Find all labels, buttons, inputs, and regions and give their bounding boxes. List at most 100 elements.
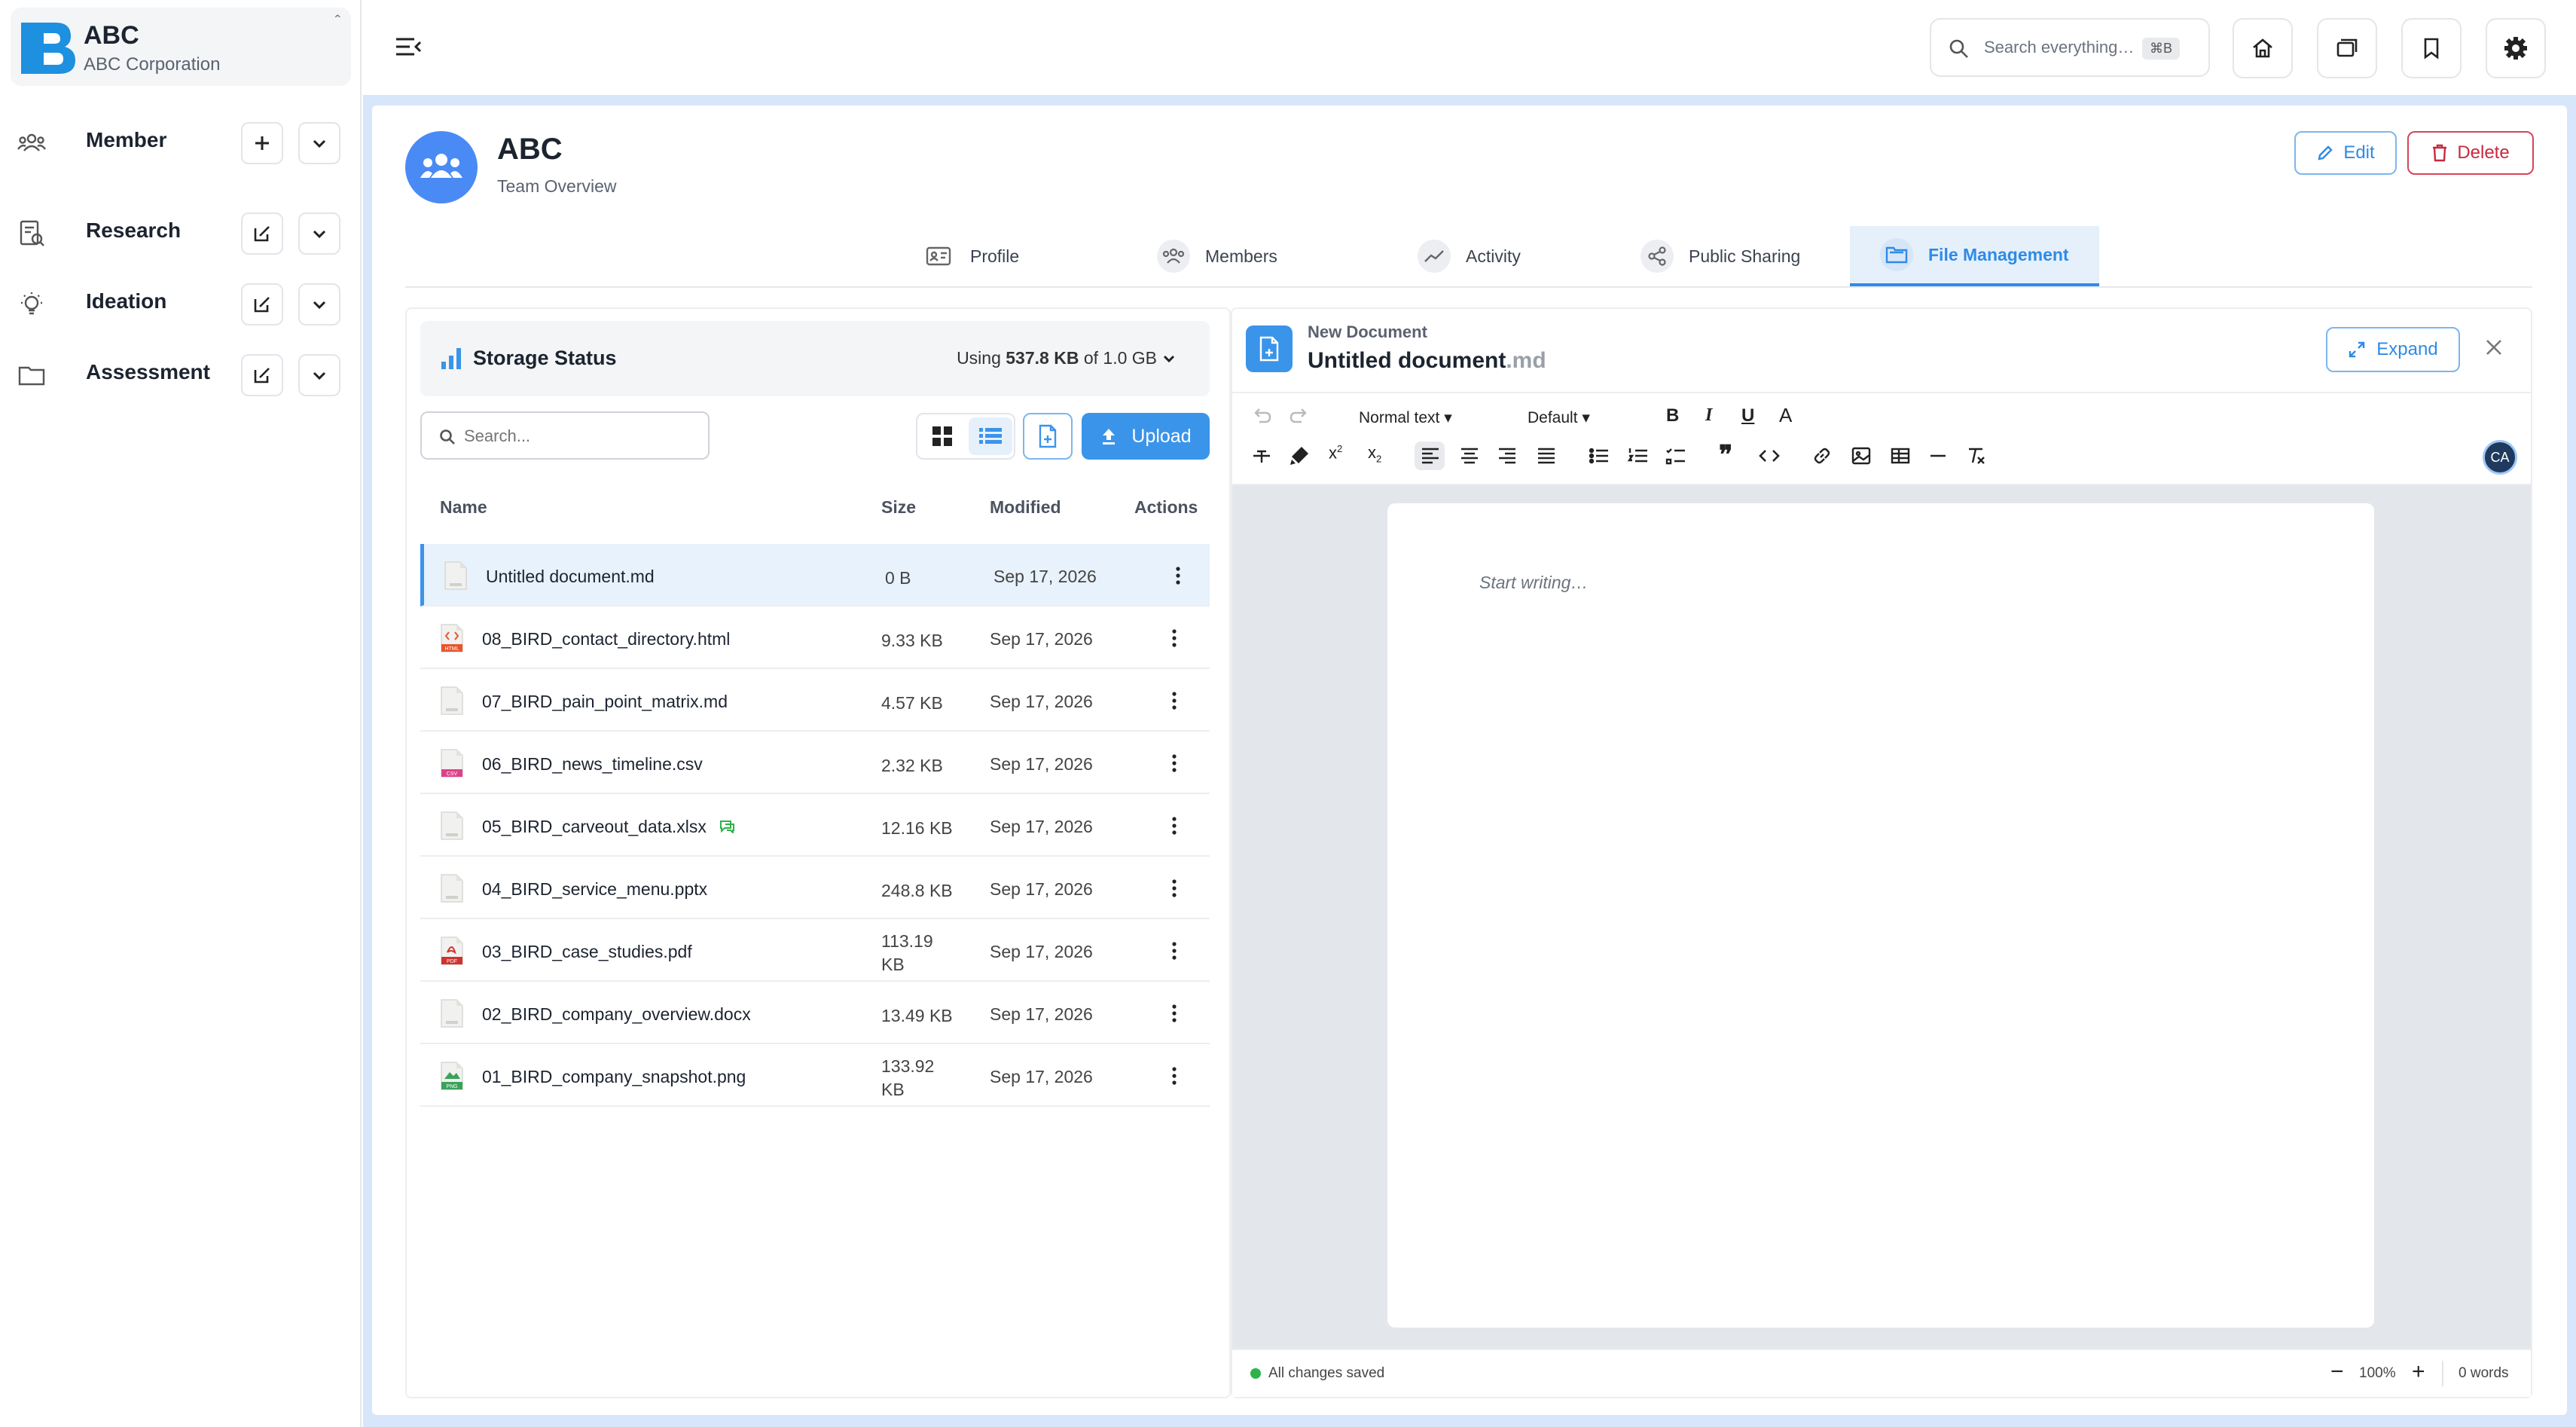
chevron-down-icon bbox=[313, 301, 326, 310]
file-plus-icon bbox=[1039, 424, 1057, 448]
zoom-out-button[interactable]: − bbox=[2330, 1359, 2344, 1385]
more-actions-icon[interactable] bbox=[1163, 687, 1186, 714]
blockquote-button[interactable]: ❞ bbox=[1719, 440, 1732, 470]
file-search-input[interactable] bbox=[464, 423, 690, 449]
list-view-button[interactable] bbox=[969, 417, 1012, 455]
bookmark-button[interactable] bbox=[2401, 18, 2462, 78]
tab-activity[interactable]: Activity bbox=[1418, 226, 1521, 286]
file-row[interactable]: HTML 08_BIRD_contact_directory.html 9.33 K… bbox=[420, 607, 1210, 669]
superscript-button[interactable]: x2 bbox=[1329, 443, 1342, 463]
bold-button[interactable]: B bbox=[1666, 405, 1679, 426]
document-title[interactable]: Untitled document.md bbox=[1308, 348, 1546, 374]
storage-status[interactable]: Storage Status Using 537.8 KB of 1.0 GB bbox=[420, 321, 1210, 396]
align-right-icon[interactable] bbox=[1496, 445, 1518, 467]
highlighter-icon[interactable] bbox=[1288, 445, 1311, 467]
numbered-list-icon[interactable] bbox=[1627, 445, 1650, 467]
file-name: 01_BIRD_company_snapshot.png bbox=[482, 1067, 746, 1086]
table-icon[interactable] bbox=[1889, 445, 1912, 467]
tab-public-sharing[interactable]: Public Sharing bbox=[1641, 226, 1800, 286]
upload-button[interactable]: Upload bbox=[1082, 413, 1210, 460]
tab-profile[interactable]: Profile bbox=[922, 226, 1019, 286]
edit-button[interactable]: Edit bbox=[2294, 131, 2397, 175]
clear-format-icon[interactable] bbox=[1964, 445, 1987, 467]
file-row[interactable]: CSV 06_BIRD_news_timeline.csv 2.32 KB Sep 1… bbox=[420, 732, 1210, 794]
file-row[interactable]: 04_BIRD_service_menu.pptx 248.8 KB Sep 17,… bbox=[420, 857, 1210, 919]
sidebar-item-research[interactable]: Research bbox=[0, 203, 362, 264]
font-select[interactable]: Default ▾ bbox=[1528, 408, 1590, 427]
edit-ideation-button[interactable] bbox=[241, 283, 283, 325]
gear-icon bbox=[2504, 37, 2527, 60]
collapse-caret-icon[interactable]: ˆ bbox=[335, 12, 340, 32]
align-justify-icon[interactable] bbox=[1535, 445, 1558, 467]
subscript-button[interactable]: x2 bbox=[1368, 443, 1381, 464]
redo-icon[interactable] bbox=[1288, 405, 1311, 428]
menu-collapse-icon[interactable] bbox=[393, 32, 423, 62]
file-row[interactable]: PDF 03_BIRD_case_studies.pdf 113.19 KB Sep … bbox=[420, 919, 1210, 982]
sidebar-item-assessment[interactable]: Assessment bbox=[0, 345, 362, 405]
more-actions-icon[interactable] bbox=[1163, 937, 1186, 964]
document-page[interactable]: Start writing… bbox=[1387, 503, 2374, 1328]
edit-research-button[interactable] bbox=[241, 212, 283, 255]
edit-assessment-button[interactable] bbox=[241, 354, 283, 396]
grid-view-button[interactable] bbox=[920, 417, 964, 455]
more-actions-icon[interactable] bbox=[1167, 562, 1189, 589]
plus-icon bbox=[255, 136, 269, 150]
expand-assessment-button[interactable] bbox=[298, 354, 340, 396]
text-color-button[interactable]: A bbox=[1779, 404, 1792, 427]
more-actions-icon[interactable] bbox=[1163, 625, 1186, 652]
windows-button[interactable] bbox=[2317, 18, 2377, 78]
bullet-list-icon[interactable] bbox=[1588, 445, 1610, 467]
checklist-icon[interactable] bbox=[1665, 445, 1687, 467]
italic-button[interactable]: I bbox=[1705, 405, 1712, 426]
align-left-icon[interactable] bbox=[1419, 445, 1442, 467]
code-icon[interactable] bbox=[1758, 445, 1781, 467]
tab-members[interactable]: Members bbox=[1157, 226, 1277, 286]
file-row[interactable]: 05_BIRD_carveout_data.xlsx 12.16 KB Sep 17… bbox=[420, 794, 1210, 857]
strikethrough-icon[interactable] bbox=[1250, 445, 1273, 467]
link-icon[interactable] bbox=[1811, 445, 1833, 467]
tab-label: Public Sharing bbox=[1689, 246, 1801, 266]
file-icon bbox=[441, 686, 463, 715]
home-button[interactable] bbox=[2233, 18, 2293, 78]
image-icon[interactable] bbox=[1850, 445, 1872, 467]
global-search[interactable]: Search everything… ⌘B bbox=[1930, 18, 2210, 77]
file-row[interactable]: Untitled document.md 0 B Sep 17, 2026 bbox=[420, 544, 1210, 607]
settings-button[interactable] bbox=[2486, 18, 2546, 78]
undo-icon[interactable] bbox=[1250, 405, 1273, 428]
align-center-icon[interactable] bbox=[1458, 445, 1481, 467]
sidebar-item-member[interactable]: Member bbox=[0, 113, 362, 173]
file-row[interactable]: 02_BIRD_company_overview.docx 13.49 KB Sep… bbox=[420, 982, 1210, 1044]
id-card-icon bbox=[922, 240, 955, 273]
more-actions-icon[interactable] bbox=[1163, 1062, 1186, 1089]
horizontal-rule-icon[interactable] bbox=[1927, 445, 1949, 467]
delete-button[interactable]: Delete bbox=[2407, 131, 2534, 175]
collaborator-avatar[interactable]: CA bbox=[2483, 440, 2517, 475]
file-row[interactable]: PNG 01_BIRD_company_snapshot.png 133.92 KB… bbox=[420, 1044, 1210, 1107]
trash-icon bbox=[2433, 144, 2447, 162]
expand-button[interactable]: Expand bbox=[2326, 327, 2460, 372]
more-actions-icon[interactable] bbox=[1163, 750, 1186, 777]
chevron-down-icon[interactable] bbox=[1160, 350, 1178, 368]
expand-ideation-button[interactable] bbox=[298, 283, 340, 325]
more-actions-icon[interactable] bbox=[1163, 812, 1186, 839]
expand-research-button[interactable] bbox=[298, 212, 340, 255]
text-style-select[interactable]: Normal text ▾ bbox=[1359, 408, 1452, 427]
zoom-in-button[interactable]: + bbox=[2412, 1359, 2425, 1385]
storage-usage: Using 537.8 KB of 1.0 GB bbox=[957, 348, 1157, 368]
new-document-button[interactable] bbox=[1023, 413, 1073, 460]
word-count: 0 words bbox=[2458, 1365, 2509, 1381]
column-header-name[interactable]: Name bbox=[440, 497, 487, 518]
file-search[interactable] bbox=[420, 411, 710, 460]
expand-member-button[interactable] bbox=[298, 122, 340, 164]
close-icon[interactable] bbox=[2483, 336, 2505, 359]
column-header-size[interactable]: Size bbox=[881, 497, 916, 518]
tab-file-management[interactable]: File Management bbox=[1850, 226, 2099, 286]
sidebar-item-ideation[interactable]: Ideation bbox=[0, 274, 362, 335]
org-switcher[interactable]: ABC ABC Corporation ˆ bbox=[11, 8, 351, 86]
column-header-modified[interactable]: Modified bbox=[990, 497, 1061, 518]
more-actions-icon[interactable] bbox=[1163, 875, 1186, 902]
more-actions-icon[interactable] bbox=[1163, 1000, 1186, 1027]
file-row[interactable]: 07_BIRD_pain_point_matrix.md 4.57 KB Sep 1… bbox=[420, 669, 1210, 732]
add-member-button[interactable] bbox=[241, 122, 283, 164]
underline-button[interactable]: U bbox=[1741, 405, 1754, 426]
